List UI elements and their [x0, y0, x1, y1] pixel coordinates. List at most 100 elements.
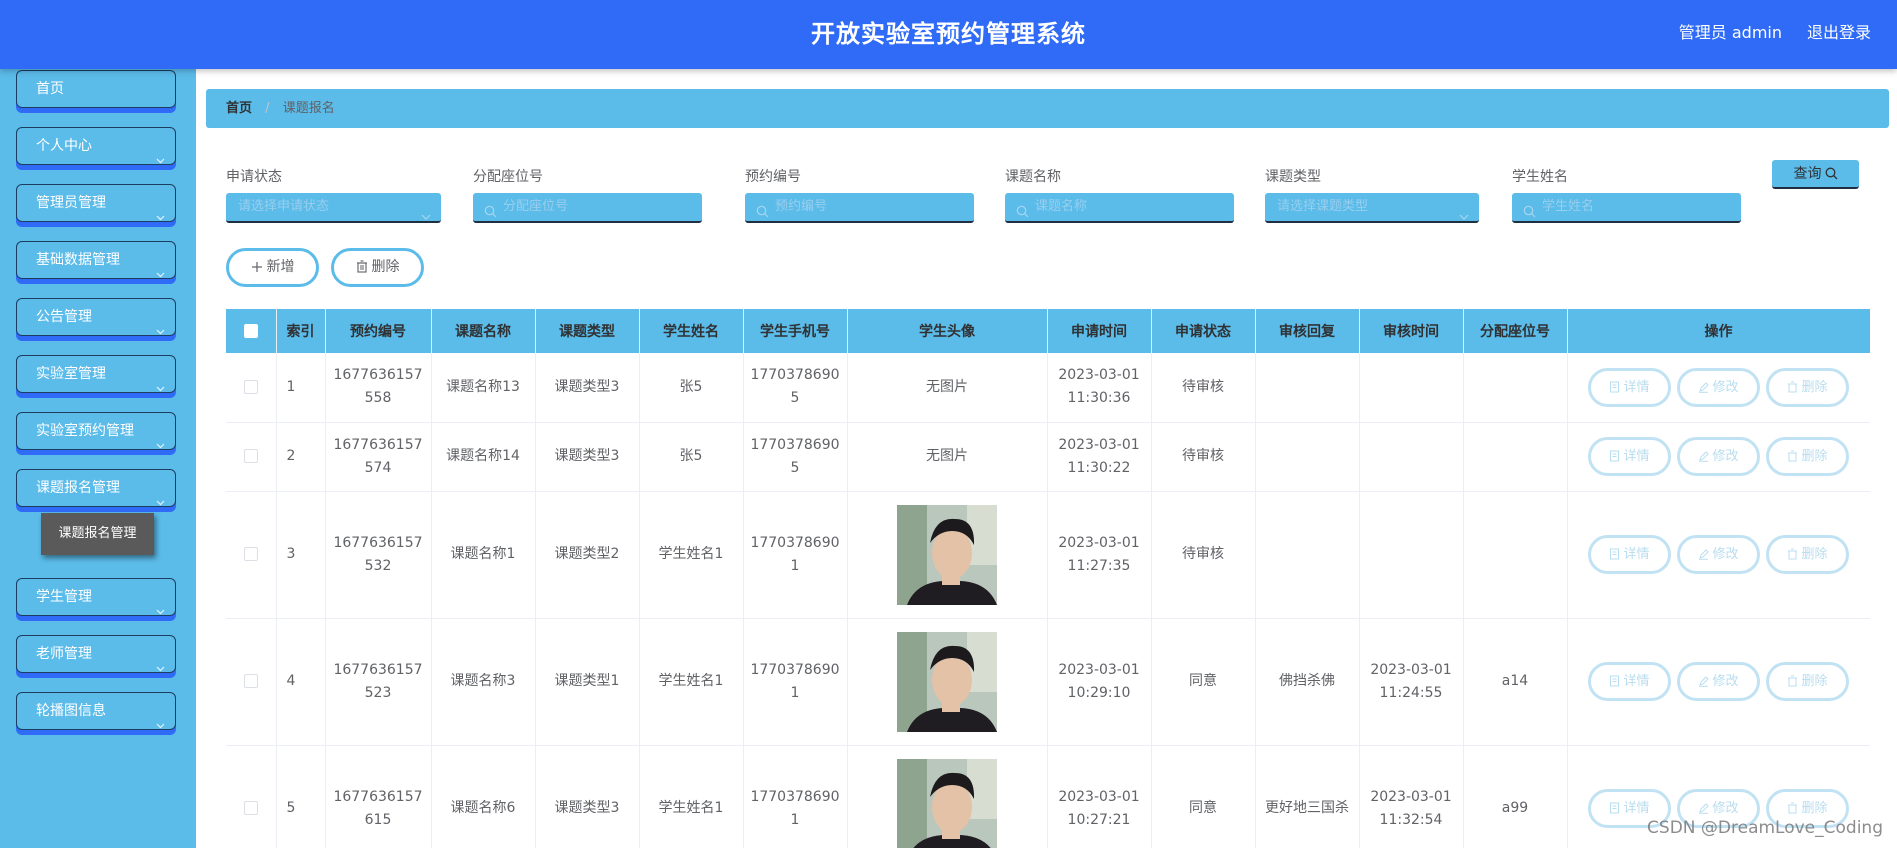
row-delete-button[interactable]: 删除	[1766, 535, 1849, 574]
column-header: 审核回复	[1255, 309, 1360, 353]
row-select-cell	[226, 618, 277, 746]
row-edit-button[interactable]: 修改	[1677, 367, 1760, 407]
sidebar-item-5[interactable]: 实验室管理	[16, 355, 176, 393]
cell-booking-no: 1677636157574	[325, 422, 432, 492]
sidebar-item-10[interactable]: 轮播图信息	[16, 692, 176, 730]
row-delete-button[interactable]: 删除	[1766, 662, 1849, 701]
sidebar-item-3[interactable]: 基础数据管理	[16, 241, 176, 279]
row-edit-label: 修改	[1712, 547, 1739, 562]
filter-placeholder: 课题名称	[1035, 199, 1088, 214]
cell-apply-time: 2023-03-01 11:27:35	[1047, 491, 1152, 619]
row-edit-label: 修改	[1712, 449, 1739, 464]
row-checkbox[interactable]	[243, 674, 258, 688]
table-row: 1 1677636157558 课题名称13 课题类型3 张5 17703786905 无图…	[226, 353, 1870, 423]
row-checkbox[interactable]	[243, 449, 258, 463]
document-icon	[1610, 675, 1620, 687]
logout-link[interactable]: 退出登录	[1807, 19, 1871, 43]
row-checkbox[interactable]	[243, 547, 258, 561]
query-button[interactable]: 查询	[1772, 160, 1859, 189]
cell-student-name: 学生姓名1	[639, 745, 744, 848]
table-row: 4 1677636157523 课题名称3 课题类型1 学生姓名1 17703786901…	[226, 618, 1870, 746]
trash-icon	[1788, 381, 1798, 393]
sidebar-item-9[interactable]: 老师管理	[16, 635, 176, 673]
row-detail-button[interactable]: 详情	[1588, 367, 1671, 407]
filter-input[interactable]: 课题名称	[1005, 193, 1234, 223]
row-detail-button[interactable]: 详情	[1588, 437, 1671, 476]
row-edit-button[interactable]: 修改	[1677, 437, 1760, 476]
column-header: 学生手机号	[743, 309, 848, 353]
column-header: 分配座位号	[1463, 309, 1568, 353]
query-label: 查询	[1793, 166, 1822, 182]
trash-icon	[1788, 675, 1798, 687]
cell-status: 待审核	[1151, 422, 1256, 492]
cell-review-time	[1359, 353, 1464, 423]
row-checkbox[interactable]	[243, 379, 258, 394]
table-row: 5 1677636157615 课题名称6 课题类型3 学生姓名1 17703786901…	[226, 745, 1870, 848]
filter-placeholder: 学生姓名	[1542, 199, 1595, 214]
column-header: 学生头像	[847, 309, 1048, 353]
chevron-down-icon	[1459, 204, 1469, 220]
sidebar-item-7[interactable]: 课题报名管理	[16, 469, 176, 507]
row-delete-button[interactable]: 删除	[1766, 437, 1849, 476]
row-edit-label: 修改	[1712, 674, 1739, 689]
sidebar-item-label: 个人中心	[36, 138, 92, 154]
cell-avatar	[847, 745, 1048, 848]
sidebar-item-8[interactable]: 学生管理	[16, 578, 176, 616]
table-row: 3 1677636157532 课题名称1 课题类型2 学生姓名1 17703786901…	[226, 491, 1870, 619]
trash-icon	[1788, 450, 1798, 462]
add-button[interactable]: 新增	[226, 248, 319, 287]
cell-seat	[1463, 491, 1568, 619]
breadcrumb-home[interactable]: 首页	[226, 101, 252, 116]
add-label: 新增	[266, 259, 295, 275]
select-all-checkbox[interactable]	[243, 324, 258, 338]
cell-apply-time: 2023-03-01 10:29:10	[1047, 618, 1152, 746]
sidebar-item-0[interactable]: 首页	[16, 70, 176, 108]
column-header: 预约编号	[325, 309, 432, 353]
sidebar-item-4[interactable]: 公告管理	[16, 298, 176, 336]
row-edit-label: 修改	[1712, 801, 1739, 816]
sidebar-item-6[interactable]: 实验室预约管理	[16, 412, 176, 450]
filter-select[interactable]: 请选择课题类型	[1265, 193, 1479, 223]
filter-input[interactable]: 预约编号	[745, 193, 974, 223]
row-detail-label: 详情	[1623, 449, 1650, 464]
filter-placeholder: 分配座位号	[503, 199, 569, 214]
filter-input[interactable]: 分配座位号	[473, 193, 702, 223]
cell-seat	[1463, 422, 1568, 492]
column-header: 申请状态	[1151, 309, 1256, 353]
app-title: 开放实验室预约管理系统	[811, 20, 1086, 48]
cell-topic-type: 课题类型3	[535, 422, 640, 492]
edit-icon	[1699, 803, 1710, 814]
sidebar-item-label: 老师管理	[36, 646, 92, 662]
row-detail-button[interactable]: 详情	[1588, 535, 1671, 574]
cell-booking-no: 1677636157615	[325, 745, 432, 848]
cell-student-name: 学生姓名1	[639, 491, 744, 619]
row-edit-label: 修改	[1712, 379, 1739, 395]
document-icon	[1610, 450, 1620, 462]
cell-avatar	[847, 618, 1048, 746]
row-checkbox[interactable]	[243, 801, 258, 815]
filter-input[interactable]: 学生姓名	[1512, 193, 1741, 223]
cell-index: 3	[276, 491, 326, 619]
row-detail-button[interactable]: 详情	[1588, 662, 1671, 701]
submenu-item-topic-signup[interactable]: 课题报名管理	[41, 513, 154, 555]
row-delete-button[interactable]: 删除	[1766, 367, 1849, 407]
row-edit-button[interactable]: 修改	[1677, 535, 1760, 574]
search-icon	[1016, 201, 1029, 218]
cell-index: 4	[276, 618, 326, 746]
field-label: 学生姓名	[1512, 169, 1568, 185]
cell-booking-no: 1677636157558	[325, 353, 432, 423]
cell-topic-type: 课题类型1	[535, 618, 640, 746]
edit-icon	[1699, 382, 1710, 393]
row-detail-label: 详情	[1623, 379, 1650, 395]
row-edit-button[interactable]: 修改	[1677, 662, 1760, 701]
sidebar-item-2[interactable]: 管理员管理	[16, 184, 176, 222]
filter-placeholder: 预约编号	[775, 199, 828, 214]
sidebar: 首页 个人中心 管理员管理 基础数据管理 公告管理 实验室管理 实验室预约管理 课题报名管理学…	[0, 69, 196, 848]
row-detail-label: 详情	[1623, 674, 1650, 689]
filter-select[interactable]: 请选择申请状态	[226, 193, 441, 223]
batch-delete-button[interactable]: 删除	[331, 248, 424, 287]
cell-booking-no: 1677636157532	[325, 491, 432, 619]
sidebar-item-1[interactable]: 个人中心	[16, 127, 176, 165]
cell-topic-name: 课题名称1	[431, 491, 536, 619]
row-delete-label: 删除	[1801, 674, 1828, 689]
